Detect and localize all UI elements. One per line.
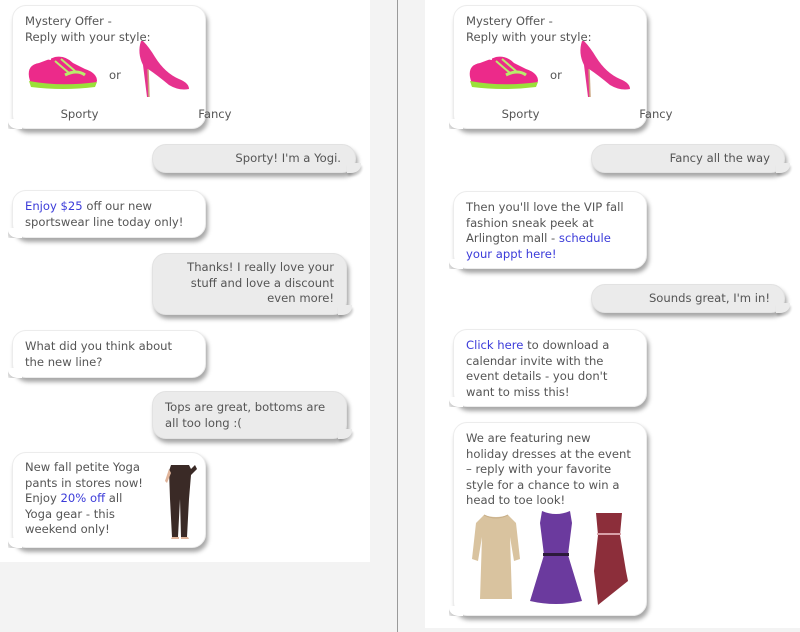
message-outgoing: Tops are great, bottoms are all too long… xyxy=(152,391,352,439)
gold-sequin-dress-image[interactable] xyxy=(470,513,522,601)
message-incoming: New fall petite Yoga pants in stores now… xyxy=(12,452,206,548)
offer-title-line1: Mystery Offer - xyxy=(466,14,553,28)
message-outgoing: Sporty! I'm a Yogi. xyxy=(152,144,361,173)
option-sporty-label[interactable]: Sporty xyxy=(502,107,540,121)
message-outgoing: Sounds great, I'm in! xyxy=(591,284,790,313)
message-incoming-offer: Mystery Offer - Reply with your style: o… xyxy=(12,5,232,129)
panel-divider xyxy=(397,0,398,632)
message-text: We are featuring new holiday dresses at … xyxy=(466,431,631,507)
option-fancy-label[interactable]: Fancy xyxy=(198,107,231,121)
calendar-invite-link[interactable]: Click here xyxy=(466,338,523,352)
high-heel-image[interactable] xyxy=(576,39,632,99)
sneaker-image[interactable] xyxy=(25,51,99,91)
burgundy-dress-image[interactable] xyxy=(590,511,630,607)
offer-title-line2: Reply with your style: xyxy=(466,29,592,44)
message-incoming: Enjoy $25 off our new sportswear line to… xyxy=(12,190,206,238)
offer-title-line2: Reply with your style: xyxy=(25,29,151,44)
message-incoming-offer: Mystery Offer - Reply with your style: o… xyxy=(453,5,673,129)
option-fancy-label[interactable]: Fancy xyxy=(639,107,672,121)
offer-separator: or xyxy=(550,68,562,82)
discount-link[interactable]: 20% off xyxy=(61,491,106,505)
message-text: Sporty! I'm a Yogi. xyxy=(235,151,341,165)
message-text: What did you think about the new line? xyxy=(25,339,173,369)
message-text: Fancy all the way xyxy=(669,151,770,165)
message-outgoing: Thanks! I really love your stuff and lov… xyxy=(152,253,352,315)
yoga-pants-image[interactable] xyxy=(163,459,199,539)
offer-separator: or xyxy=(109,68,121,82)
message-outgoing: Fancy all the way xyxy=(591,144,790,173)
message-incoming: What did you think about the new line? xyxy=(12,330,206,378)
option-sporty-label[interactable]: Sporty xyxy=(61,107,99,121)
purple-dress-image[interactable] xyxy=(528,509,584,605)
offer-link[interactable]: Enjoy $25 xyxy=(25,199,83,213)
sneaker-image[interactable] xyxy=(466,51,540,91)
message-text: Thanks! I really love your stuff and lov… xyxy=(187,260,334,305)
message-text: Tops are great, bottoms are all too long… xyxy=(165,400,326,430)
message-incoming: Click here to download a calendar invite… xyxy=(453,329,647,407)
message-incoming: Then you'll love the VIP fall fashion sn… xyxy=(453,191,647,269)
offer-title-line1: Mystery Offer - xyxy=(25,14,112,28)
message-text: Sounds great, I'm in! xyxy=(648,291,770,305)
message-incoming: We are featuring new holiday dresses at … xyxy=(453,422,647,616)
high-heel-image[interactable] xyxy=(135,39,191,99)
